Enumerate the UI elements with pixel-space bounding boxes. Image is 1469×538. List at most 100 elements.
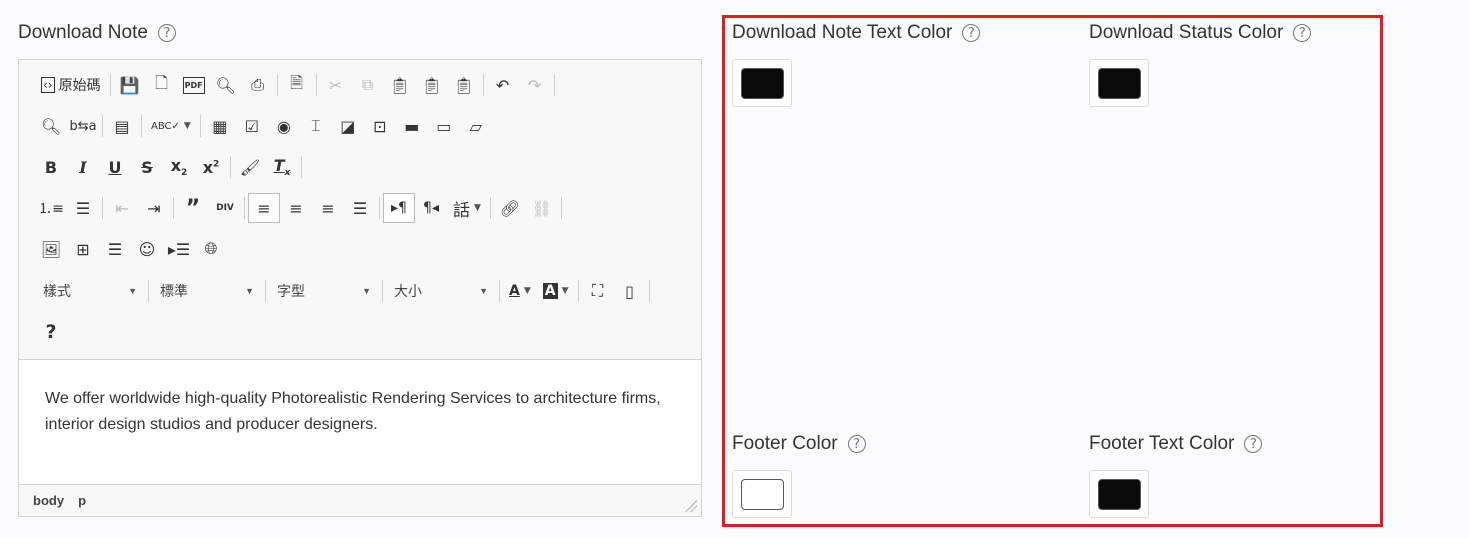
paste-word-button[interactable]: 📋︎ bbox=[448, 70, 480, 100]
outdent-button[interactable]: ⇤ bbox=[106, 193, 138, 223]
justify-button[interactable]: ☰ bbox=[344, 193, 376, 223]
italic-button[interactable]: I bbox=[67, 152, 99, 182]
strike-button[interactable]: S bbox=[131, 152, 163, 182]
blockquote-button[interactable]: ” bbox=[177, 193, 209, 223]
footer-text-color-label: Footer Text Color ? bbox=[1089, 433, 1263, 455]
copy-button[interactable]: ⧉ bbox=[352, 70, 384, 100]
path-element-p[interactable]: p bbox=[78, 493, 86, 508]
undo-icon: ↶ bbox=[495, 75, 510, 95]
paste-text-button[interactable]: 📋︎ bbox=[416, 70, 448, 100]
help-icon[interactable]: ? bbox=[1293, 24, 1312, 42]
copy-format-button[interactable]: 🖌︎ bbox=[234, 152, 266, 182]
about-button[interactable]: ? bbox=[35, 317, 67, 347]
download-note-label: Download Note ? bbox=[18, 22, 176, 44]
indent-icon: ⇥ bbox=[147, 198, 161, 218]
italic-icon: I bbox=[79, 157, 87, 177]
smiley-button[interactable]: ☺ bbox=[131, 234, 163, 264]
background-color-button[interactable]: A ▼ bbox=[537, 276, 575, 306]
resize-handle-icon[interactable] bbox=[685, 500, 697, 512]
size-dropdown[interactable]: 大小 ▼ bbox=[386, 277, 496, 305]
footer-color-picker[interactable] bbox=[732, 470, 792, 518]
image-icon: 🖼︎ bbox=[40, 239, 62, 259]
text-color-button[interactable]: A ▼ bbox=[503, 276, 537, 306]
separator bbox=[553, 74, 555, 96]
font-dropdown[interactable]: 字型 ▼ bbox=[269, 277, 379, 305]
size-dropdown-label: 大小 bbox=[394, 283, 422, 299]
paste-button[interactable]: 📋︎ bbox=[384, 70, 416, 100]
find-button[interactable]: 🔍︎ bbox=[35, 111, 67, 141]
ltr-button[interactable]: ▸¶ bbox=[383, 193, 415, 223]
subscript-button[interactable]: x2 bbox=[163, 152, 195, 182]
source-button[interactable]: ‹› 原始碼 bbox=[35, 70, 107, 100]
textarea-button[interactable]: ◪ bbox=[332, 111, 364, 141]
align-right-button[interactable]: ≡ bbox=[312, 193, 344, 223]
show-blocks-button[interactable]: ▯ bbox=[614, 276, 646, 306]
editor-content[interactable]: We offer worldwide high-quality Photorea… bbox=[45, 386, 675, 438]
help-icon[interactable]: ? bbox=[157, 24, 176, 42]
paintbrush-icon: 🖌︎ bbox=[239, 157, 261, 177]
new-page-button[interactable]: 🗋 bbox=[146, 70, 178, 100]
note-text-color-picker[interactable] bbox=[732, 59, 792, 107]
status-color-picker[interactable] bbox=[1089, 59, 1149, 107]
styles-dropdown[interactable]: 樣式 ▼ bbox=[35, 277, 145, 305]
page-break-button[interactable]: ▸☰ bbox=[163, 234, 195, 264]
bulleted-list-button[interactable]: ☰ bbox=[67, 193, 99, 223]
unlink-button[interactable]: ⛓ bbox=[526, 193, 558, 223]
footer-text-color-picker[interactable] bbox=[1089, 470, 1149, 518]
separator bbox=[560, 197, 562, 219]
export-pdf-button[interactable]: PDF bbox=[178, 70, 210, 100]
language-button[interactable]: 話 ▼ bbox=[447, 193, 487, 223]
quote-icon: ” bbox=[185, 195, 201, 221]
image-button-field-button[interactable]: ▭ bbox=[428, 111, 460, 141]
select-field-icon: ⊡ bbox=[373, 116, 387, 136]
align-center-icon: ≡ bbox=[289, 198, 303, 218]
print-button[interactable]: ⎙ bbox=[242, 70, 274, 100]
undo-button[interactable]: ↶ bbox=[487, 70, 519, 100]
align-center-button[interactable]: ≡ bbox=[280, 193, 312, 223]
maximize-button[interactable]: ⛶ bbox=[582, 276, 614, 306]
select-all-button[interactable]: ▤ bbox=[106, 111, 138, 141]
button-field-button[interactable]: ▬ bbox=[396, 111, 428, 141]
image-button[interactable]: 🖼︎ bbox=[35, 234, 67, 264]
bold-button[interactable]: B bbox=[35, 152, 67, 182]
help-icon[interactable]: ? bbox=[962, 24, 981, 42]
help-icon[interactable]: ? bbox=[847, 435, 866, 453]
help-icon[interactable]: ? bbox=[1244, 435, 1263, 453]
redo-button[interactable]: ↷ bbox=[519, 70, 551, 100]
text-field-button[interactable]: ⌶ bbox=[300, 111, 332, 141]
image-button-field-icon: ▭ bbox=[436, 116, 452, 136]
checkbox-button[interactable]: ☑ bbox=[236, 111, 268, 141]
underline-button[interactable]: U bbox=[99, 152, 131, 182]
select-all-icon: ▤ bbox=[114, 116, 130, 136]
select-field-button[interactable]: ⊡ bbox=[364, 111, 396, 141]
superscript-button[interactable]: x2 bbox=[195, 152, 227, 182]
cut-button[interactable]: ✂ bbox=[320, 70, 352, 100]
indent-button[interactable]: ⇥ bbox=[138, 193, 170, 223]
numbered-list-button[interactable]: ⒈≡ bbox=[35, 193, 67, 223]
separator bbox=[141, 115, 142, 137]
spellcheck-button[interactable]: ABC✓ ▼ bbox=[145, 111, 197, 141]
div-button[interactable]: DIV bbox=[209, 193, 241, 223]
horizontal-rule-button[interactable]: ☰ bbox=[99, 234, 131, 264]
chevron-down-icon: ▼ bbox=[183, 121, 191, 131]
path-element-body[interactable]: body bbox=[33, 493, 64, 508]
link-button[interactable]: 🔗︎ bbox=[494, 193, 526, 223]
separator bbox=[199, 115, 201, 137]
preview-button[interactable]: 🔍︎ bbox=[210, 70, 242, 100]
hidden-field-button[interactable]: ▱ bbox=[460, 111, 492, 141]
form-button[interactable]: ▦ bbox=[204, 111, 236, 141]
iframe-button[interactable]: 🌐︎ bbox=[195, 234, 227, 264]
radio-button[interactable]: ◉ bbox=[268, 111, 300, 141]
spellcheck-icon: ABC✓ bbox=[151, 120, 180, 132]
save-button[interactable]: 💾 bbox=[114, 70, 146, 100]
replace-button[interactable]: b⇆a bbox=[67, 111, 99, 141]
remove-format-button[interactable]: Tx bbox=[266, 152, 298, 182]
rtl-button[interactable]: ¶◂ bbox=[415, 193, 447, 223]
background-color-icon: A bbox=[542, 283, 558, 299]
smiley-icon: ☺ bbox=[138, 239, 156, 259]
templates-button[interactable]: 🗎 bbox=[281, 70, 313, 100]
table-button[interactable]: ⊞ bbox=[67, 234, 99, 264]
align-left-button[interactable]: ≡ bbox=[248, 193, 280, 223]
link-icon: 🔗︎ bbox=[499, 198, 521, 218]
format-dropdown[interactable]: 標準 ▼ bbox=[152, 277, 262, 305]
